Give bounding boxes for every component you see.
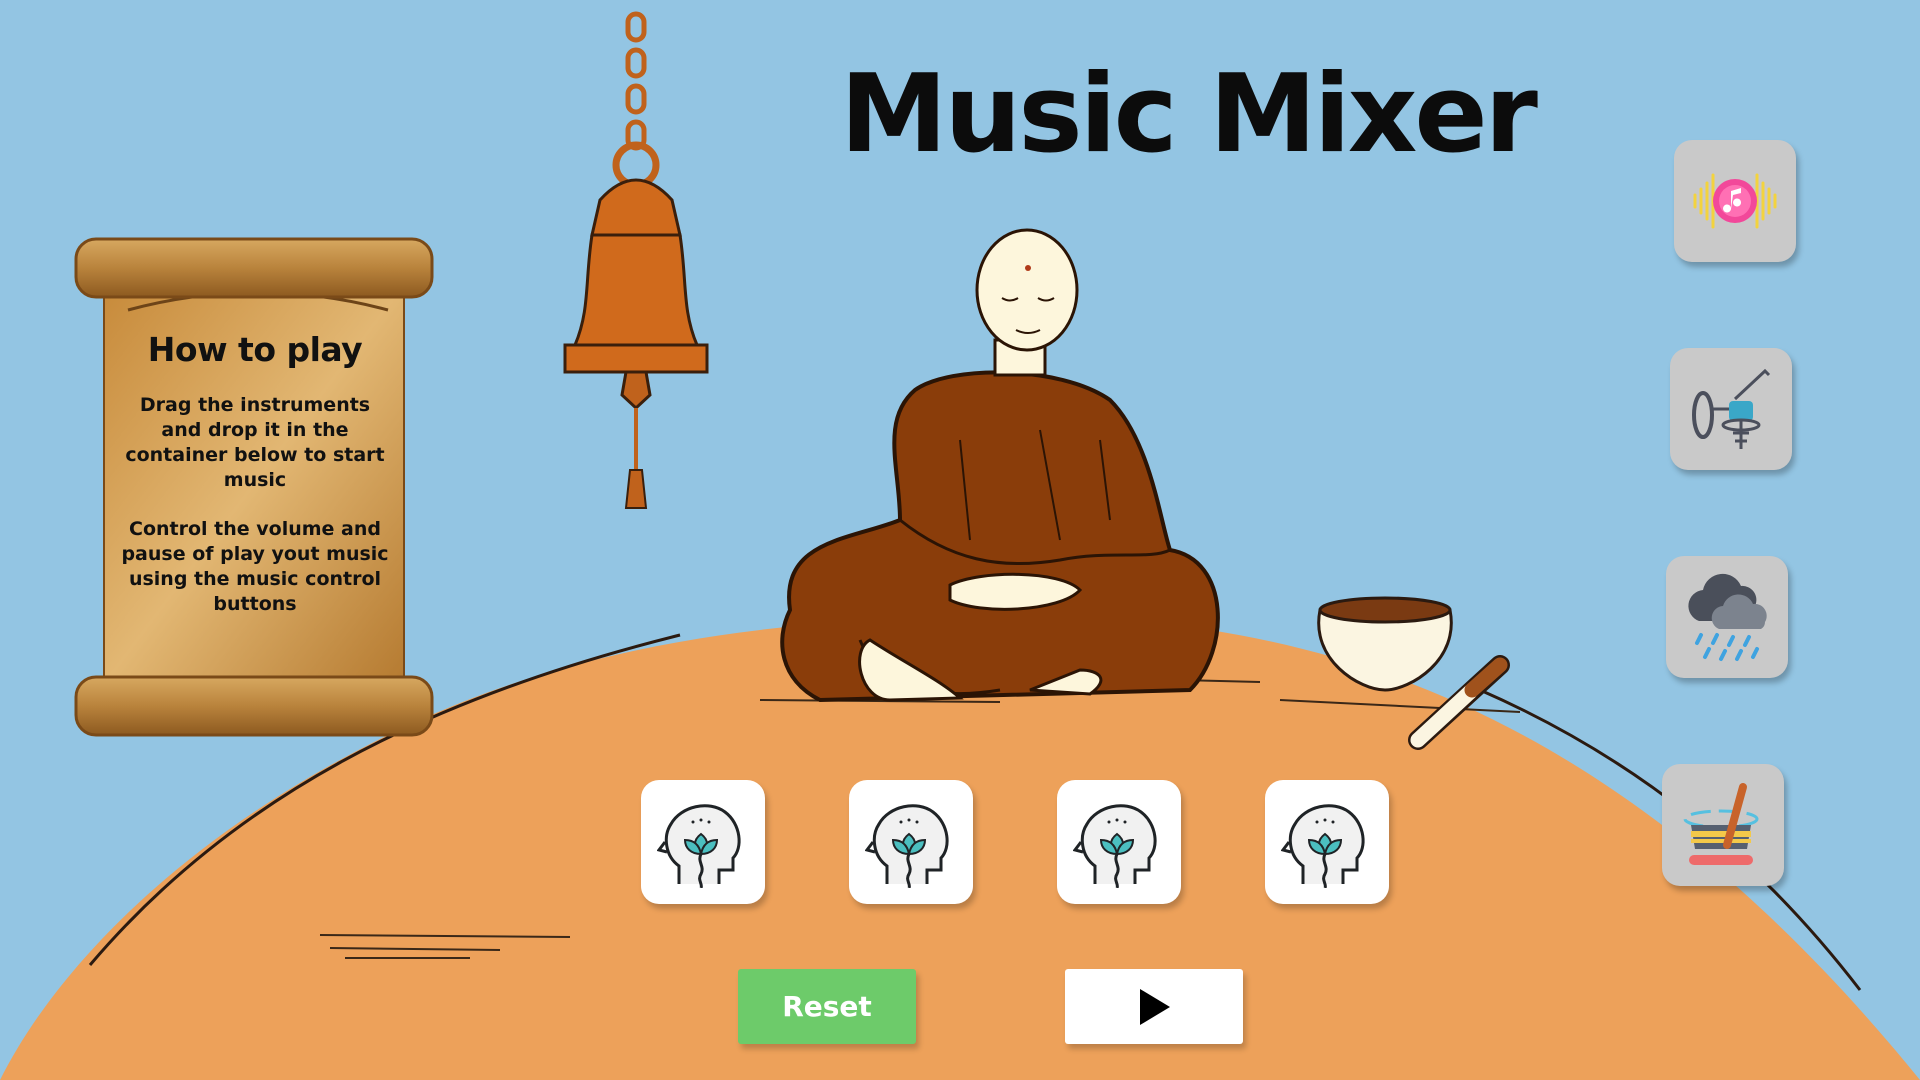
page-title: Music Mixer <box>840 52 1538 177</box>
singing-bowl-icon <box>1683 783 1759 865</box>
drop-slot-2[interactable] <box>849 780 973 904</box>
drop-slot-3[interactable] <box>1057 780 1181 904</box>
meditation-head-icon <box>865 804 949 888</box>
microphone-stand-icon <box>1692 368 1771 449</box>
meditating-monk <box>780 228 1220 703</box>
instrument-rain-cloud[interactable] <box>1666 556 1788 678</box>
how-to-play-heading: How to play <box>147 330 363 369</box>
music-wave-icon <box>1693 173 1777 229</box>
reset-button[interactable]: Reset <box>738 969 916 1044</box>
drop-slot-1[interactable] <box>641 780 765 904</box>
rain-cloud-icon <box>1688 573 1767 661</box>
drop-slot-4[interactable] <box>1265 780 1389 904</box>
temple-bell <box>563 11 709 509</box>
instrument-microphone-stand[interactable] <box>1670 348 1792 470</box>
how-to-play-text: How to play Drag the instruments and dro… <box>120 330 390 650</box>
meditation-head-icon <box>657 804 741 888</box>
instrument-singing-bowl[interactable] <box>1662 764 1784 886</box>
play-icon <box>1140 988 1170 1025</box>
instrument-music-wave[interactable] <box>1674 140 1796 262</box>
how-to-play-instructions-1: Drag the instruments and drop it in the … <box>125 394 385 491</box>
meditation-head-icon <box>1281 804 1365 888</box>
play-button[interactable] <box>1065 969 1243 1044</box>
how-to-play-instructions-2: Control the volume and pause of play you… <box>121 518 389 615</box>
meditation-head-icon <box>1073 804 1157 888</box>
